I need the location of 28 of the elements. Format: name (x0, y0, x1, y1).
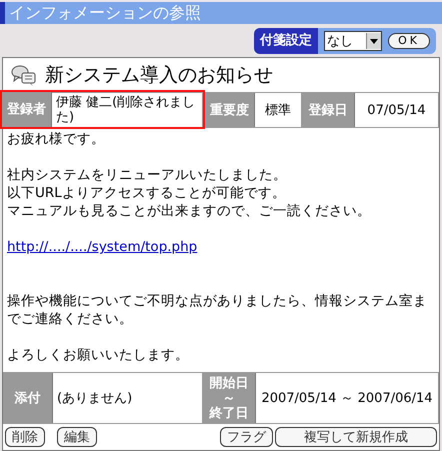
body-line: 社内システムをリニューアルいたしました。 (7, 166, 288, 184)
info-value: 伊藤 健二(削除されました) (52, 92, 203, 127)
info-label: 登録日 (302, 93, 355, 127)
body-line: 以下URLよりアクセスすることが可能です。 (7, 184, 287, 202)
ok-button[interactable]: OK (388, 33, 430, 49)
sticky-setting-label: 付箋設定 (254, 28, 318, 54)
sticky-select[interactable]: なし (324, 31, 382, 51)
body-line: お疲れ様です。 (7, 130, 106, 148)
info-label: 登録者 (2, 92, 52, 127)
period-end-label: 終了日 (210, 406, 248, 420)
period-start-label: 開始日 (210, 376, 248, 390)
speech-bubbles-icon (11, 63, 37, 87)
action-button[interactable]: 複写して新規作成 (275, 427, 437, 447)
window-title: インフォメーションの参照 (0, 2, 442, 24)
body-line: よろしくお願いいたします。 (7, 346, 190, 364)
url-link[interactable]: http://..../..../system/top.php (7, 239, 198, 255)
period-separator: ～ (222, 390, 236, 406)
period-value: 2007/05/14 ～ 2007/06/14 (256, 373, 439, 423)
attachment-label: 添付 (3, 373, 53, 423)
action-button[interactable]: 削除 (5, 427, 45, 447)
info-label: 重要度 (205, 93, 255, 127)
action-button[interactable]: フラグ (220, 427, 273, 447)
caret-icon (370, 38, 378, 44)
body-line: マニュアルも見ることが出来ますので、ご一読ください。 (7, 202, 372, 220)
notice-title: 新システム導入のお知らせ (45, 63, 273, 88)
action-button[interactable]: 編集 (57, 427, 97, 447)
info-value: 07/05/14 (355, 93, 439, 127)
body-line: 操作や機能についてご不明な点がありましたら、情報システム室までご連絡ください。 (7, 292, 428, 328)
